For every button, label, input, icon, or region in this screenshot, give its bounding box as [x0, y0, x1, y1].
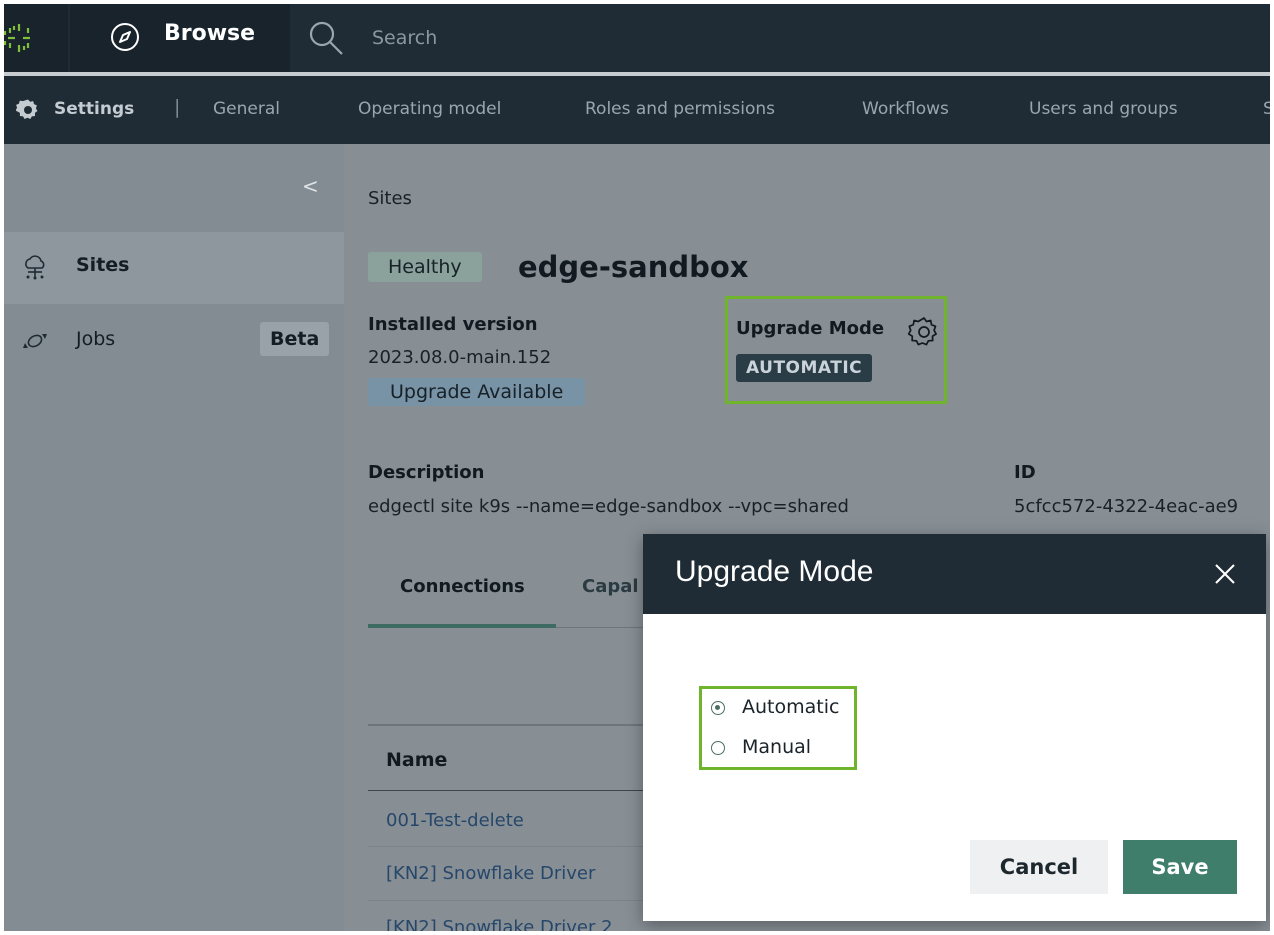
header-divider — [368, 790, 668, 791]
nav-item-truncated[interactable]: S — [1263, 99, 1270, 119]
settings-nav: Settings | General Operating model Roles… — [4, 76, 1270, 144]
sidebar-item-label: Sites — [76, 254, 130, 276]
dialog-title: Upgrade Mode — [675, 555, 874, 588]
top-bar: Browse — [4, 4, 1270, 72]
close-icon[interactable] — [1213, 562, 1237, 586]
upgrade-mode-badge: AUTOMATIC — [736, 354, 873, 382]
upgrade-mode-label: Upgrade Mode — [736, 318, 885, 339]
upgrade-mode-dialog: Upgrade Mode Automatic Manual Cancel Sav… — [643, 534, 1266, 921]
collapse-sidebar-icon[interactable]: < — [302, 174, 319, 198]
sidebar: < Sites Jobs Beta — [4, 144, 344, 931]
tab-connections[interactable]: Connections — [400, 576, 525, 597]
id-value: 5cfcc572-4322-4eac-ae9 — [1014, 496, 1239, 517]
search-input[interactable] — [370, 18, 874, 58]
cloud-network-icon — [25, 255, 45, 280]
table-row-link[interactable]: 001-Test-delete — [386, 810, 524, 831]
beta-badge: Beta — [260, 322, 330, 356]
settings-label[interactable]: Settings — [54, 99, 134, 119]
row-divider — [368, 900, 668, 901]
cancel-button[interactable]: Cancel — [970, 840, 1108, 894]
dialog-header: Upgrade Mode — [643, 534, 1266, 614]
installed-version-label: Installed version — [368, 314, 538, 335]
description-label: Description — [368, 462, 485, 483]
breadcrumb[interactable]: Sites — [368, 188, 412, 209]
logo-icon — [4, 24, 30, 52]
radio-label: Automatic — [742, 696, 840, 718]
nav-item-general[interactable]: General — [213, 99, 280, 119]
app-window: Browse Settings | General Operating mode… — [4, 4, 1270, 931]
upgrade-mode-highlight — [725, 296, 947, 404]
id-label: ID — [1014, 462, 1036, 483]
nav-item-operating-model[interactable]: Operating model — [358, 99, 501, 119]
installed-version-value: 2023.08.0-main.152 — [368, 347, 552, 368]
nav-item-users-and-groups[interactable]: Users and groups — [1029, 99, 1178, 119]
radio-button[interactable] — [711, 741, 725, 755]
page-title: edge-sandbox — [518, 250, 749, 284]
browse-button[interactable]: Browse — [70, 4, 290, 72]
upgrade-available-badge[interactable]: Upgrade Available — [368, 378, 586, 406]
tab-capabilities[interactable]: Capal — [582, 576, 639, 597]
nav-separator: | — [174, 96, 181, 118]
table-top-border — [368, 724, 668, 726]
column-header-name[interactable]: Name — [386, 749, 447, 771]
radio-label: Manual — [742, 736, 812, 758]
table-row-link[interactable]: [KN2] Snowflake Driver — [386, 863, 595, 884]
save-button[interactable]: Save — [1123, 840, 1237, 894]
active-tab-indicator — [368, 624, 556, 628]
nav-item-roles-and-permissions[interactable]: Roles and permissions — [585, 99, 775, 119]
status-badge: Healthy — [368, 252, 482, 282]
browse-label: Browse — [164, 21, 256, 46]
nav-item-workflows[interactable]: Workflows — [862, 99, 949, 119]
app-logo[interactable] — [4, 4, 68, 72]
sync-arrows-icon — [23, 334, 47, 348]
radio-selected-dot — [715, 705, 720, 710]
sidebar-item-sites[interactable]: Sites — [4, 232, 344, 304]
table-row-link[interactable]: [KN2] Snowflake Driver 2 — [386, 917, 613, 931]
compass-icon — [111, 23, 139, 51]
row-divider — [368, 846, 668, 847]
radio-button[interactable] — [711, 701, 725, 715]
sidebar-item-label: Jobs — [76, 328, 116, 350]
sidebar-item-jobs[interactable]: Jobs Beta — [4, 306, 344, 378]
gear-icon[interactable] — [907, 315, 941, 349]
gear-icon — [16, 99, 38, 120]
description-value: edgectl site k9s --name=edge-sandbox --v… — [368, 496, 849, 517]
search-icon[interactable] — [306, 18, 346, 58]
